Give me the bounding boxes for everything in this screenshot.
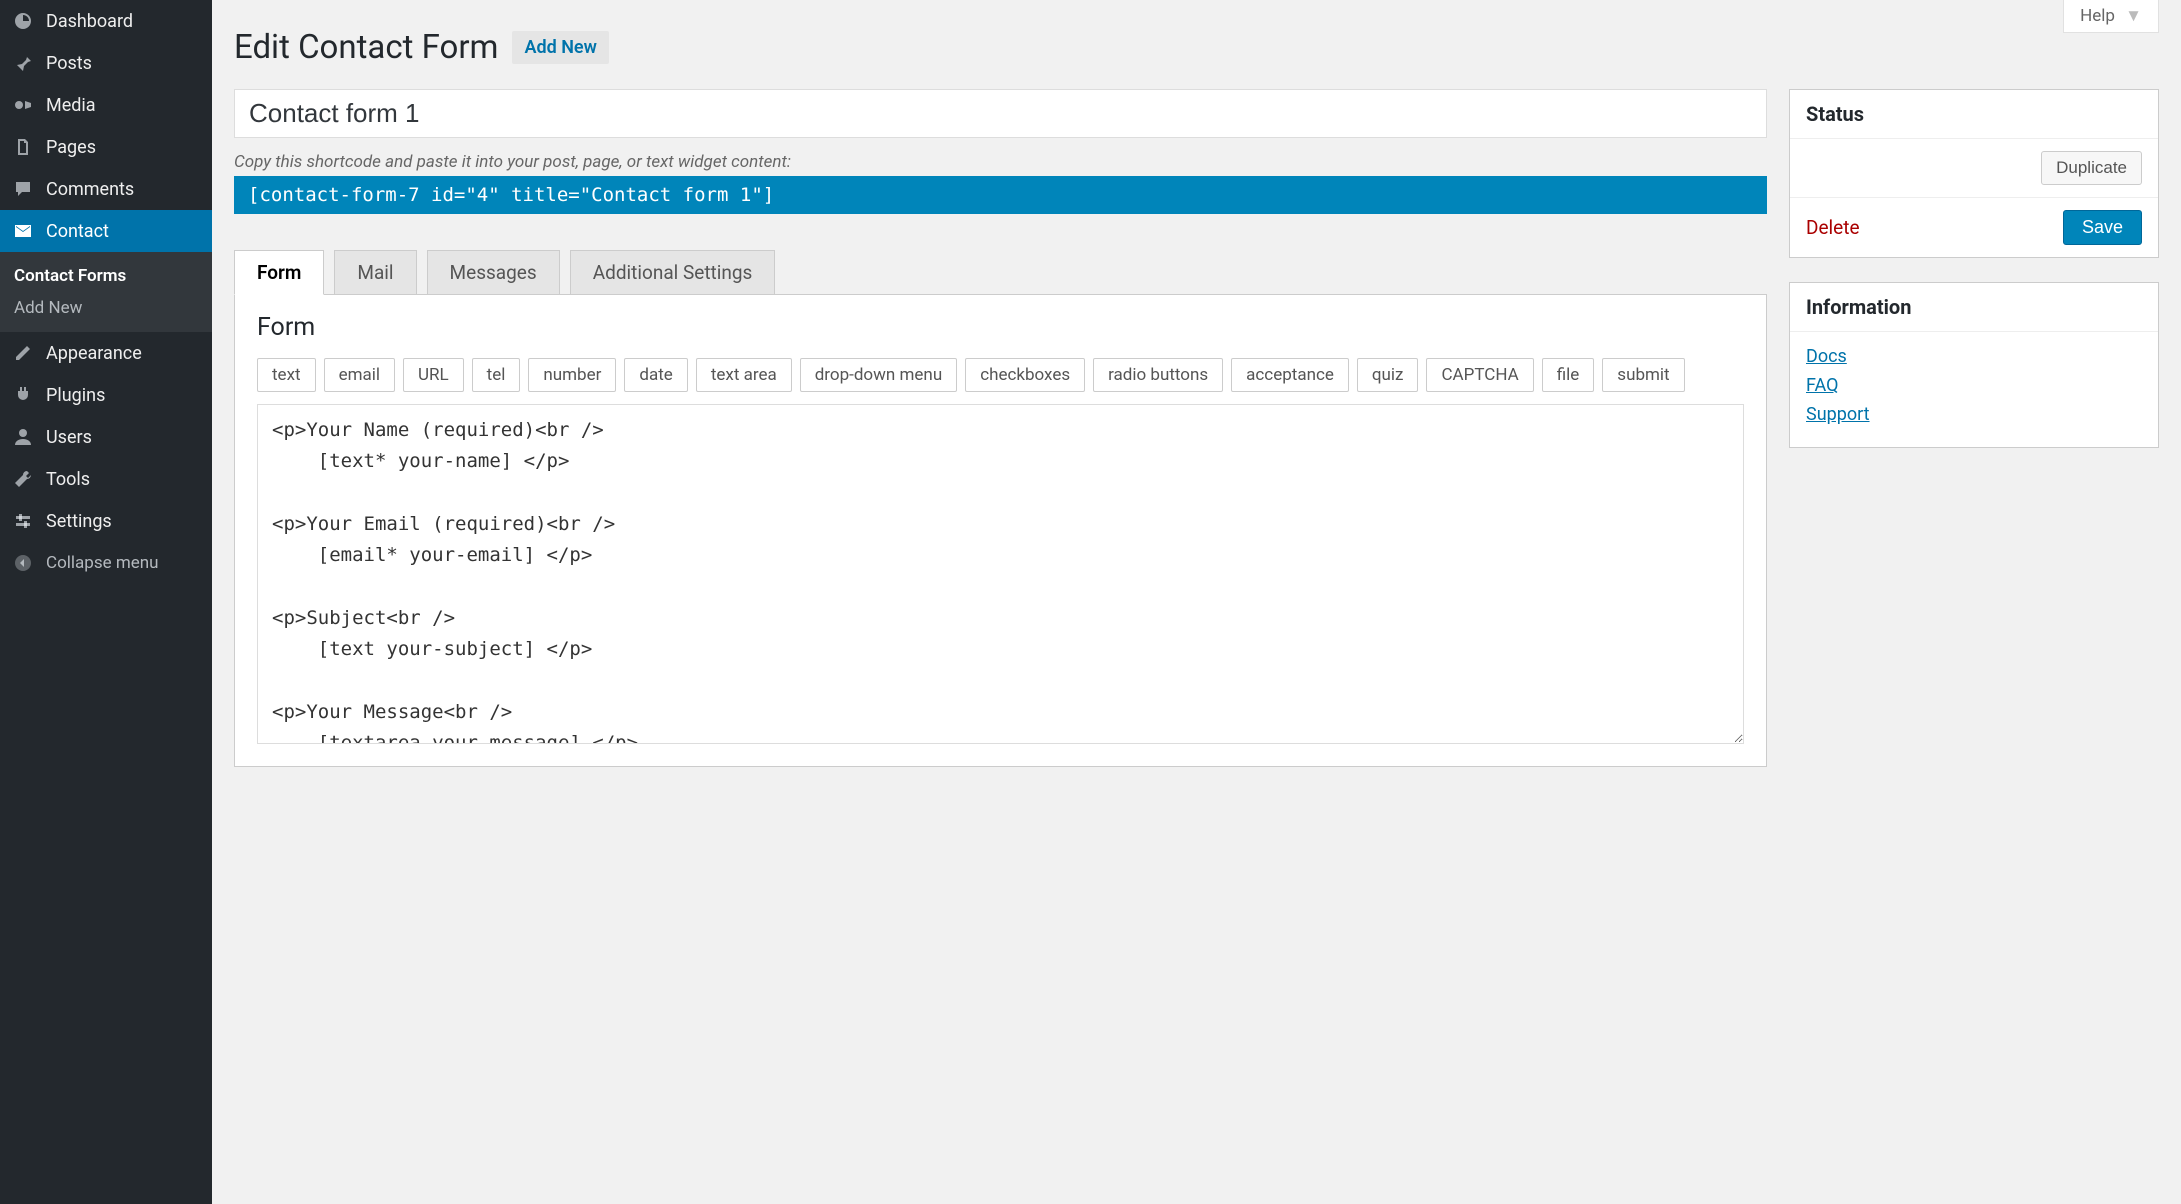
tab-mail[interactable]: Mail <box>334 250 416 294</box>
sidebar-sub-contact-forms[interactable]: Contact Forms <box>0 260 212 292</box>
tag-url-button[interactable]: URL <box>403 358 464 392</box>
help-tab[interactable]: Help ▼ <box>2063 0 2159 33</box>
sidebar-item-media[interactable]: Media <box>0 84 212 126</box>
support-link[interactable]: Support <box>1806 404 2142 425</box>
sidebar-item-label: Posts <box>46 53 92 74</box>
chevron-down-icon: ▼ <box>2125 6 2142 26</box>
sidebar-item-tools[interactable]: Tools <box>0 458 212 500</box>
users-icon <box>10 424 36 450</box>
information-title: Information <box>1790 283 2158 332</box>
mail-icon <box>10 218 36 244</box>
form-panel: Form text email URL tel number date text… <box>234 294 1767 767</box>
tag-checkboxes-button[interactable]: checkboxes <box>965 358 1085 392</box>
dashboard-icon <box>10 8 36 34</box>
sidebar-item-label: Pages <box>46 137 96 158</box>
sidebar-item-label: Contact <box>46 221 109 242</box>
tag-dropdown-button[interactable]: drop-down menu <box>800 358 957 392</box>
page-title: Edit Contact Form <box>234 28 498 67</box>
sidebar-item-label: Users <box>46 427 92 448</box>
tools-icon <box>10 466 36 492</box>
tab-list: Form Mail Messages Additional Settings <box>234 250 1767 294</box>
docs-link[interactable]: Docs <box>1806 346 2142 367</box>
sidebar-item-contact[interactable]: Contact <box>0 210 212 252</box>
sidebar-item-plugins[interactable]: Plugins <box>0 374 212 416</box>
sidebar-sub-add-new[interactable]: Add New <box>0 292 212 324</box>
form-title-input[interactable] <box>234 89 1767 138</box>
sidebar-item-pages[interactable]: Pages <box>0 126 212 168</box>
sidebar-item-label: Tools <box>46 469 90 490</box>
sidebar-item-label: Media <box>46 95 96 116</box>
appearance-icon <box>10 340 36 366</box>
sidebar-item-users[interactable]: Users <box>0 416 212 458</box>
tag-file-button[interactable]: file <box>1542 358 1595 392</box>
duplicate-button[interactable]: Duplicate <box>2041 151 2142 185</box>
tab-additional-settings[interactable]: Additional Settings <box>570 250 776 294</box>
sidebar-submenu: Contact Forms Add New <box>0 252 212 332</box>
status-meta-box: Status Duplicate Delete Save <box>1789 89 2159 258</box>
collapse-menu[interactable]: Collapse menu <box>0 542 212 584</box>
sidebar-item-label: Dashboard <box>46 11 133 32</box>
sidebar-item-label: Settings <box>46 511 112 532</box>
media-icon <box>10 92 36 118</box>
sidebar-item-appearance[interactable]: Appearance <box>0 332 212 374</box>
delete-link[interactable]: Delete <box>1806 216 1860 239</box>
admin-sidebar: Dashboard Posts Media Pages Comments Con… <box>0 0 212 1204</box>
sidebar-item-label: Appearance <box>46 343 142 364</box>
pin-icon <box>10 50 36 76</box>
tag-generator-buttons: text email URL tel number date text area… <box>257 358 1744 392</box>
information-meta-box: Information Docs FAQ Support <box>1789 282 2159 448</box>
tag-text-button[interactable]: text <box>257 358 316 392</box>
tag-quiz-button[interactable]: quiz <box>1357 358 1419 392</box>
tag-number-button[interactable]: number <box>528 358 616 392</box>
tag-textarea-button[interactable]: text area <box>696 358 792 392</box>
save-button[interactable]: Save <box>2063 210 2142 245</box>
tag-tel-button[interactable]: tel <box>472 358 521 392</box>
comments-icon <box>10 176 36 202</box>
form-code-textarea[interactable] <box>257 404 1744 744</box>
sidebar-item-dashboard[interactable]: Dashboard <box>0 0 212 42</box>
settings-icon <box>10 508 36 534</box>
sidebar-item-label: Comments <box>46 179 134 200</box>
add-new-button[interactable]: Add New <box>512 31 608 64</box>
tag-date-button[interactable]: date <box>624 358 687 392</box>
plugins-icon <box>10 382 36 408</box>
sidebar-item-posts[interactable]: Posts <box>0 42 212 84</box>
panel-heading: Form <box>257 313 1744 342</box>
tag-acceptance-button[interactable]: acceptance <box>1231 358 1349 392</box>
tab-messages[interactable]: Messages <box>427 250 560 294</box>
sidebar-item-comments[interactable]: Comments <box>0 168 212 210</box>
tag-captcha-button[interactable]: CAPTCHA <box>1426 358 1533 392</box>
collapse-label: Collapse menu <box>46 553 159 573</box>
sidebar-item-settings[interactable]: Settings <box>0 500 212 542</box>
shortcode-hint: Copy this shortcode and paste it into yo… <box>234 152 1767 172</box>
status-title: Status <box>1790 90 2158 139</box>
tag-radio-button[interactable]: radio buttons <box>1093 358 1223 392</box>
pages-icon <box>10 134 36 160</box>
sidebar-item-label: Plugins <box>46 385 105 406</box>
tag-email-button[interactable]: email <box>324 358 395 392</box>
main-content: Help ▼ Edit Contact Form Add New Copy th… <box>212 0 2181 1204</box>
tag-submit-button[interactable]: submit <box>1602 358 1684 392</box>
tab-form[interactable]: Form <box>234 250 324 295</box>
shortcode-display[interactable]: [contact-form-7 id="4" title="Contact fo… <box>234 176 1767 214</box>
collapse-icon <box>10 550 36 576</box>
faq-link[interactable]: FAQ <box>1806 375 2142 396</box>
help-label: Help <box>2080 6 2115 26</box>
